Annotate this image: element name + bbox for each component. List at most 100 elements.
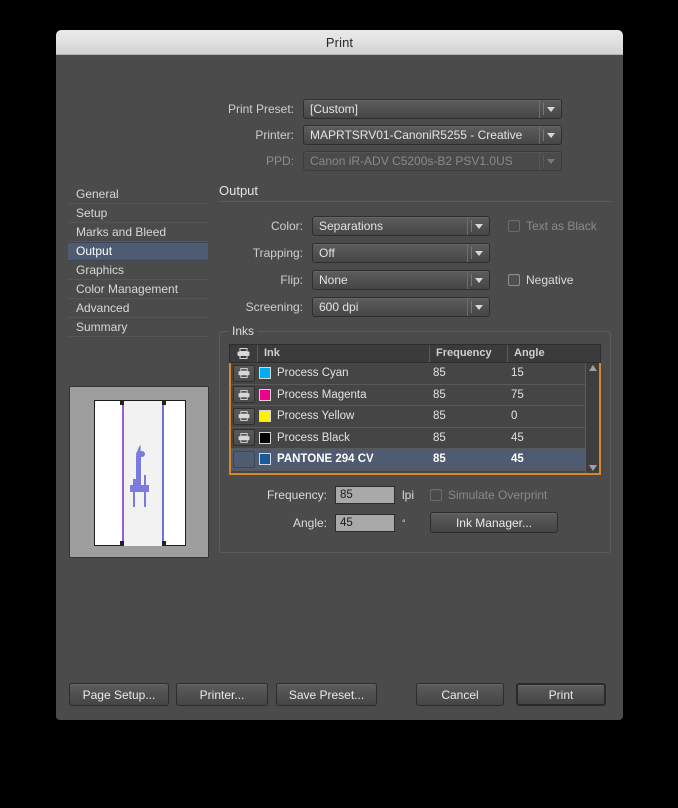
row-ink-name: Process Yellow [277, 410, 355, 423]
sidebar-item-summary[interactable]: Summary [68, 318, 208, 337]
row-frequency: 85 [433, 410, 446, 423]
cancel-button[interactable]: Cancel [416, 683, 504, 706]
chevron-down-icon [467, 271, 489, 289]
angle-unit: ° [402, 517, 406, 528]
panel-divider [219, 201, 611, 202]
negative-checkbox[interactable]: Negative [508, 273, 573, 287]
screening-dropdown[interactable]: 600 dpi [312, 297, 490, 317]
row-ink-cell: PANTONE 294 CV [257, 449, 427, 470]
page-preview-thumbnail [69, 386, 209, 558]
row-frequency: 85 [433, 367, 446, 380]
chevron-down-icon [467, 298, 489, 316]
screening-label: Screening: [245, 300, 303, 314]
row-ink-cell: Process Yellow [257, 406, 427, 427]
table-row[interactable]: Process Magenta 85 75 [231, 385, 599, 406]
table-row[interactable]: PANTONE 294 CV 85 45 [231, 449, 599, 471]
checkbox-box [508, 220, 520, 232]
column-header-angle[interactable]: Angle [508, 345, 600, 362]
ppd-label: PPD: [265, 154, 294, 168]
sidebar-item-advanced[interactable]: Advanced [68, 299, 208, 318]
angle-input[interactable]: 45 [335, 513, 395, 532]
print-button[interactable]: Print [516, 683, 606, 706]
preview-corner-mark [162, 400, 166, 405]
color-swatch [259, 367, 271, 380]
row-ink-name: Process Magenta [277, 388, 367, 401]
dialog-footer: Page Setup... Printer... Save Preset... … [56, 683, 623, 707]
column-header-frequency[interactable]: Frequency [430, 345, 508, 362]
color-swatch [259, 388, 271, 401]
preview-artwork [130, 445, 155, 507]
print-toggle-off [233, 450, 255, 468]
row-frequency: 85 [433, 453, 446, 466]
scroll-down-icon[interactable] [588, 465, 597, 471]
scroll-up-icon[interactable] [588, 365, 597, 371]
text-as-black-checkbox: Text as Black [508, 219, 597, 233]
row-print-toggle[interactable] [231, 449, 257, 470]
row-ink-name: Process Black [277, 431, 350, 444]
preview-corner-mark [120, 541, 124, 546]
inks-legend: Inks [228, 324, 259, 338]
printer-button[interactable]: Printer... [176, 683, 268, 706]
ink-manager-button[interactable]: Ink Manager... [430, 512, 558, 533]
screening-row: Screening: 600 dpi [219, 297, 611, 317]
sidebar-item-marks-and-bleed[interactable]: Marks and Bleed [68, 223, 208, 242]
column-header-ink[interactable]: Ink [258, 345, 430, 362]
flip-row: Flip: None Negative [219, 270, 611, 290]
dialog-body: Print Preset: [Custom] Printer: MAPRTSRV… [56, 55, 623, 719]
row-print-toggle[interactable] [231, 406, 257, 427]
print-preset-label: Print Preset: [227, 102, 294, 116]
save-preset-button[interactable]: Save Preset... [276, 683, 377, 706]
flip-dropdown[interactable]: None [312, 270, 490, 290]
sidebar-item-color-management[interactable]: Color Management [68, 280, 208, 299]
table-row[interactable]: Process Black 85 45 [231, 428, 599, 449]
print-preset-dropdown[interactable]: [Custom] [303, 99, 562, 119]
printer-icon [233, 364, 255, 382]
table-row[interactable]: Process Cyan 85 15 [231, 363, 599, 385]
preview-corner-mark [120, 400, 124, 405]
row-ink-cell: Process Black [257, 428, 427, 449]
flip-value: None [319, 273, 348, 287]
printer-dropdown[interactable]: MAPRTSRV01-CanoniR5255 - Creative [303, 125, 562, 145]
printer-icon [233, 407, 255, 425]
inks-group: Inks Ink Frequency Angle Process Cyan 85… [219, 324, 611, 553]
sidebar-item-graphics[interactable]: Graphics [68, 261, 208, 280]
color-swatch [259, 410, 271, 423]
row-print-toggle[interactable] [231, 363, 257, 384]
row-ink-name: PANTONE 294 CV [277, 453, 374, 466]
row-frequency: 85 [433, 431, 446, 444]
frequency-input[interactable]: 85 [335, 486, 395, 504]
simulate-overprint-checkbox: Simulate Overprint [430, 488, 547, 502]
sidebar-item-setup[interactable]: Setup [68, 204, 208, 223]
window-title: Print [325, 34, 354, 50]
print-dialog-window: Print Print Preset: [Custom] Printer: MA… [56, 30, 623, 720]
ppd-dropdown: Canon iR-ADV C5200s-B2 PSV1.0US [303, 151, 562, 171]
inks-table-header: Ink Frequency Angle [229, 344, 601, 363]
frequency-unit: lpi [402, 488, 415, 502]
page-setup-button[interactable]: Page Setup... [69, 683, 169, 706]
row-print-toggle[interactable] [231, 428, 257, 449]
trapping-label: Trapping: [252, 246, 303, 260]
printer-row: Printer: MAPRTSRV01-CanoniR5255 - Creati… [56, 125, 623, 145]
sidebar-item-general[interactable]: General [68, 185, 208, 204]
checkbox-box [508, 274, 520, 286]
row-frequency: 85 [433, 388, 446, 401]
inks-scrollbar[interactable] [585, 363, 599, 473]
print-preset-value: [Custom] [310, 102, 359, 116]
negative-label: Negative [526, 273, 574, 287]
row-print-toggle[interactable] [231, 385, 257, 406]
settings-sidebar: General Setup Marks and Bleed Output Gra… [68, 185, 208, 337]
inks-table-body: Process Cyan 85 15 Process Magenta 85 75… [229, 363, 601, 475]
table-row[interactable]: Process Yellow 85 0 [231, 406, 599, 428]
color-swatch [259, 431, 271, 444]
chevron-down-icon [539, 100, 561, 118]
chevron-down-icon [467, 244, 489, 262]
color-dropdown[interactable]: Separations [312, 216, 490, 236]
row-ink-cell: Process Cyan [257, 363, 427, 384]
printer-label: Printer: [255, 128, 294, 142]
color-swatch [259, 453, 271, 466]
sidebar-item-output[interactable]: Output [68, 242, 208, 261]
flip-label: Flip: [280, 273, 303, 287]
frequency-row: Frequency: 85 lpi Simulate Overprint [229, 486, 601, 504]
trapping-dropdown[interactable]: Off [312, 243, 490, 263]
ink-settings: Frequency: 85 lpi Simulate Overprint Ang… [229, 486, 601, 533]
